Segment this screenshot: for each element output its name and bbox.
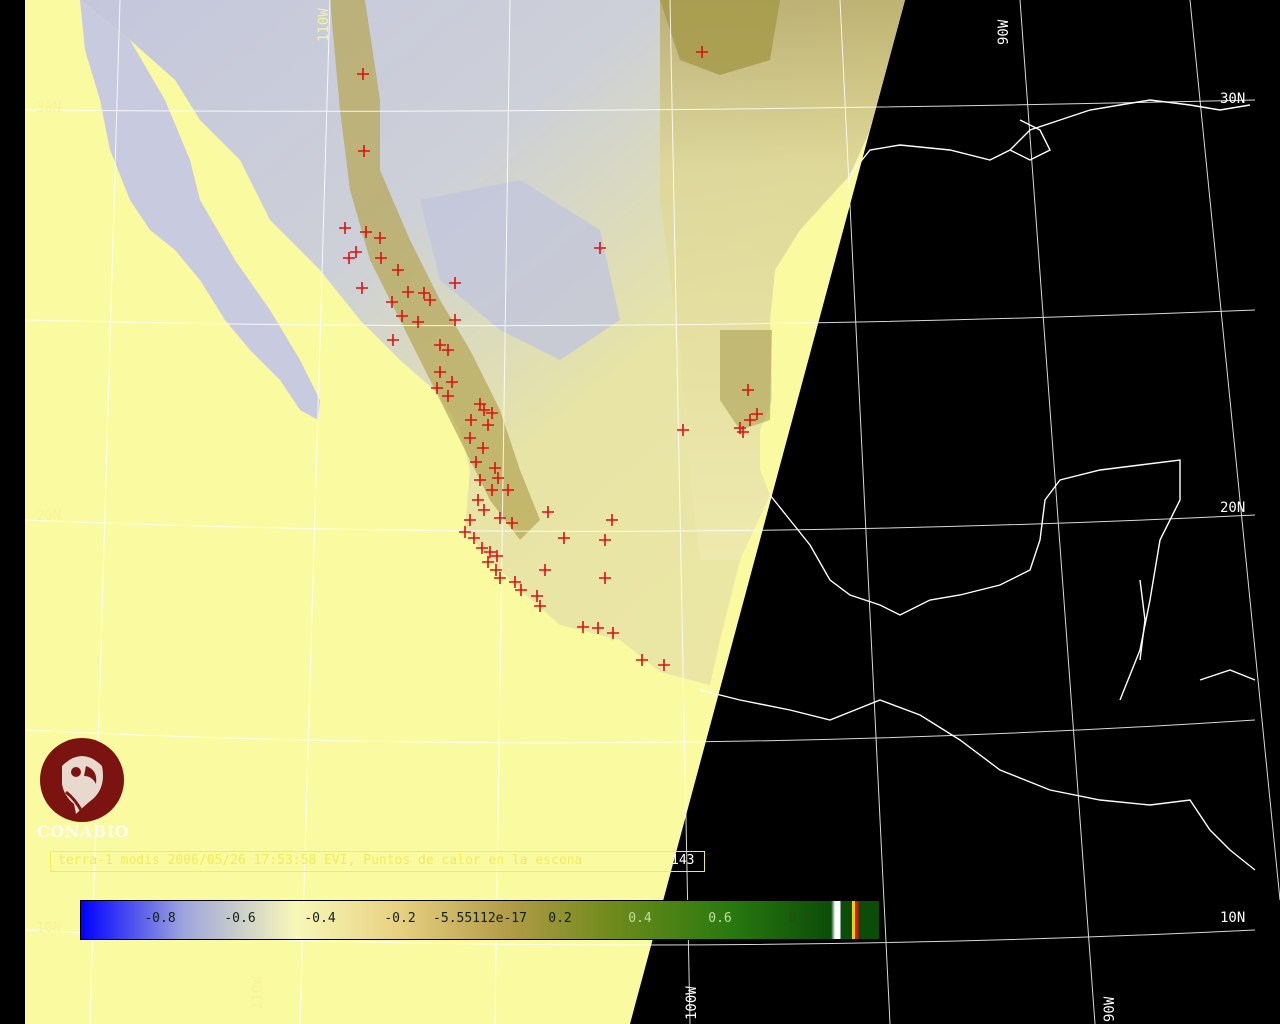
lat-label-10n-right: 10N [1220,910,1245,926]
hotspot-count: 143 [671,853,695,868]
colorbar-tick-label: -0.8 [144,911,176,926]
colorbar-tick-label: -0.6 [224,911,256,926]
lat-label-20n-right: 20N [1220,500,1245,516]
lat-label-30n-right: 30N [1220,91,1245,107]
lon-label-110w-top: 110W [316,8,332,42]
lon-label-110w-bottom: 110W [250,976,266,1010]
colorbar-tick-label: 0.2 [548,911,572,926]
colorbar-tick-label: -0.2 [384,911,416,926]
colorbar-tick-label: -5.55112e-17 [433,911,527,926]
lon-label-90w-top: 90W [996,19,1012,45]
lat-label-10n-left: 10N [36,920,61,936]
colorbar-tick-label: 0.8 [788,911,812,926]
lat-label-20n-left: 20N [36,508,61,524]
scene-caption: terra-1 modis 2006/05/26 17:53:58 EVI, P… [58,853,583,868]
lon-label-100w-bottom: 100W [684,986,700,1020]
lon-label-90w-bottom: 90W [1102,996,1118,1022]
conabio-logo-text: CONABIO [37,822,130,841]
lat-label-30n-left: 30N [36,100,61,116]
colorbar-tick-label: 0.6 [708,911,732,926]
colorbar-tick-label: -0.4 [304,911,336,926]
colorbar-tick-label: 0.4 [628,911,652,926]
